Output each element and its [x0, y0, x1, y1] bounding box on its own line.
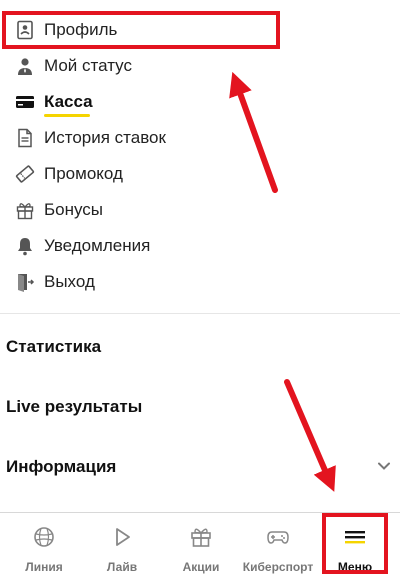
tab-label: Киберспорт	[242, 560, 314, 574]
user-status-icon	[14, 55, 36, 77]
menu-item-cashier[interactable]: Касса	[0, 84, 400, 120]
tab-label: Линия	[25, 560, 63, 574]
document-history-icon	[14, 127, 36, 149]
credit-card-icon	[14, 91, 36, 113]
play-icon	[110, 513, 134, 554]
ticket-icon	[14, 163, 36, 185]
gamepad-icon	[266, 513, 290, 554]
menu-item-status[interactable]: Мой статус	[0, 48, 400, 84]
side-menu: Профиль Мой статус Касса История ставок …	[0, 12, 400, 300]
ball-icon	[32, 513, 56, 554]
annotation-menu-highlight	[322, 513, 388, 574]
menu-item-promo-code[interactable]: Промокод	[0, 156, 400, 192]
tab-promotions[interactable]: Акции	[161, 513, 241, 580]
gift-icon	[14, 199, 36, 221]
menu-item-label: Выход	[44, 272, 95, 291]
chevron-down-icon[interactable]	[376, 458, 392, 474]
menu-item-label: Бонусы	[44, 200, 104, 219]
annotation-profile-highlight	[2, 11, 280, 49]
tab-line[interactable]: Линия	[4, 513, 84, 580]
section-statistics[interactable]: Статистика	[6, 337, 101, 357]
menu-item-label: Касса	[44, 92, 93, 111]
menu-item-bonuses[interactable]: Бонусы	[0, 192, 400, 228]
menu-item-bet-history[interactable]: История ставок	[0, 120, 400, 156]
tab-label: Акции	[182, 560, 220, 574]
menu-item-label: Мой статус	[44, 56, 132, 75]
tab-label: Лайв	[106, 560, 138, 574]
menu-item-label: Промокод	[44, 164, 123, 183]
menu-item-notifications[interactable]: Уведомления	[0, 228, 400, 264]
section-live-results[interactable]: Live результаты	[6, 397, 142, 417]
exit-door-icon	[14, 271, 36, 293]
menu-item-label: Уведомления	[44, 236, 151, 255]
menu-item-label: История ставок	[44, 128, 166, 147]
section-information[interactable]: Информация	[6, 457, 116, 477]
bell-icon	[14, 235, 36, 257]
tab-esports[interactable]: Киберспорт	[238, 513, 318, 580]
gift-icon	[189, 513, 213, 554]
tab-live[interactable]: Лайв	[82, 513, 162, 580]
menu-item-logout[interactable]: Выход	[0, 264, 400, 300]
menu-divider	[0, 313, 400, 314]
arrow-to-menu	[284, 379, 336, 492]
